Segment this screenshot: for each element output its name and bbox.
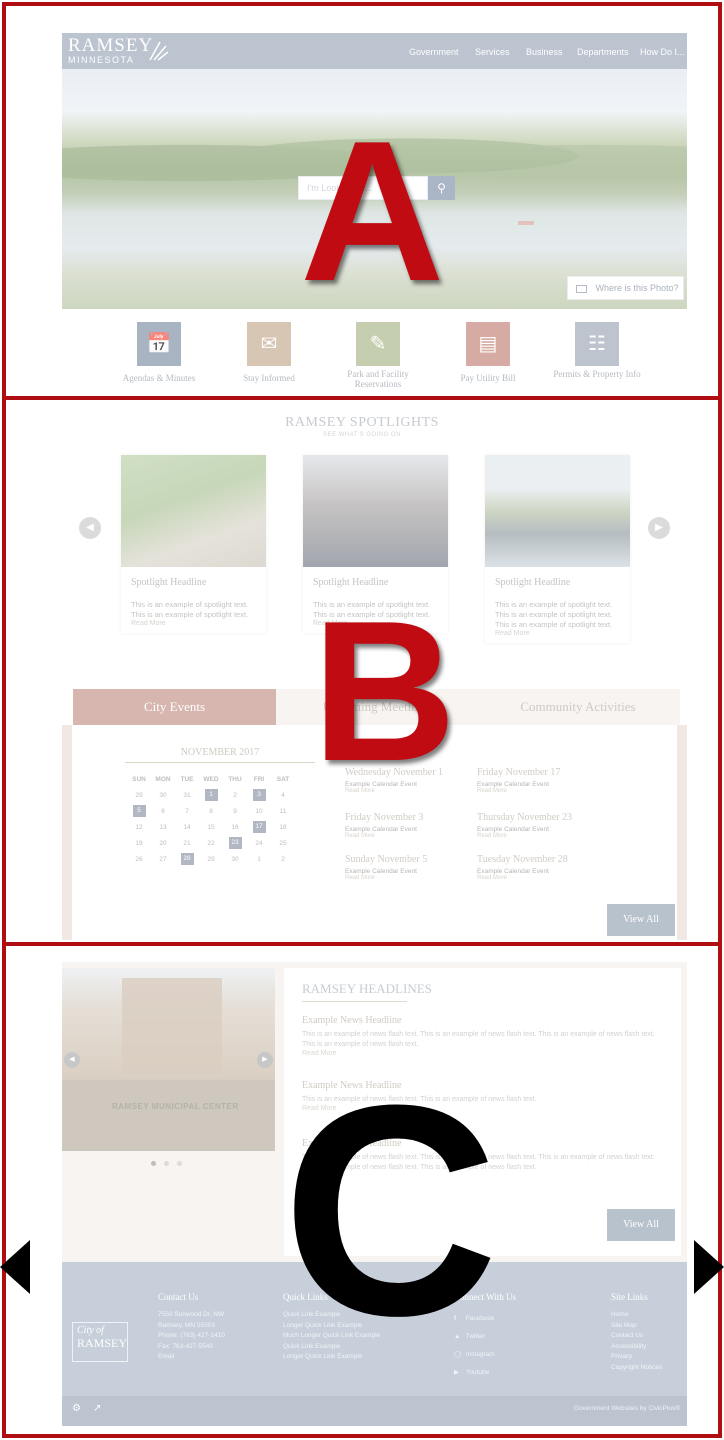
left-pointer-icon xyxy=(0,1240,30,1294)
right-pointer-icon xyxy=(694,1240,724,1294)
section-b-label: B xyxy=(312,580,457,803)
section-c-label: C xyxy=(282,1042,499,1378)
section-a-label: A xyxy=(300,100,445,323)
